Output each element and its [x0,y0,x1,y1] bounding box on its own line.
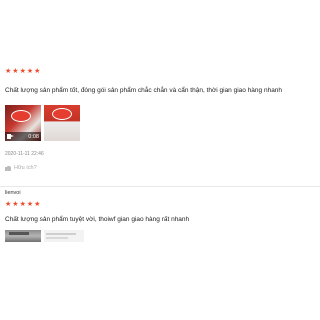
reviewer-username[interactable]: lienvoi [5,190,320,196]
review-image-thumbnail[interactable] [5,230,41,242]
star-icon: ★ [19,201,26,208]
review-media [5,230,320,242]
helpful-button[interactable]: Hữu ích? [5,165,320,171]
review-photo [9,232,29,235]
star-icon: ★ [26,201,34,208]
video-camera-icon [7,134,14,139]
review-item: lienvoi ★ ★ ★ ★ ★ Chất lượng sản phẩm tu… [0,190,320,242]
rating-stars: ★ ★ ★ ★ ★ [5,68,320,76]
review-timestamp: 2020-11-11 22:46 [5,151,44,157]
review-image-thumbnail[interactable] [44,230,84,242]
star-icon: ★ [26,68,34,75]
star-icon: ★ [12,201,19,208]
product-logo [11,110,31,122]
review-image-thumbnail[interactable] [44,105,80,141]
review-comment: Chất lượng sản phẩm tốt, đóng gói sản ph… [5,87,283,94]
star-icon: ★ [12,68,19,75]
rating-stars: ★ ★ ★ ★ ★ [5,201,320,209]
star-icon: ★ [19,68,26,75]
star-icon: ★ [34,68,41,75]
star-icon: ★ [5,201,12,208]
star-icon: ★ [34,201,41,208]
review-divider [0,186,320,187]
product-logo [52,108,72,120]
review-video-thumbnail[interactable]: 0:08 [5,105,41,141]
review-photo [46,237,68,239]
helpful-label: Hữu ích? [14,165,37,171]
review-media: 0:08 [5,105,320,141]
review-comment: Chất lượng sản phẩm tuyệt vời, thoiwf gi… [5,216,190,223]
video-duration: 0:08 [28,133,39,140]
thumbs-up-icon [5,165,11,171]
star-icon: ★ [5,68,12,75]
review-item: ★ ★ ★ ★ ★ Chất lượng sản phẩm tốt, đóng … [0,68,320,171]
review-photo [46,233,76,235]
video-info-bar: 0:08 [5,132,41,141]
